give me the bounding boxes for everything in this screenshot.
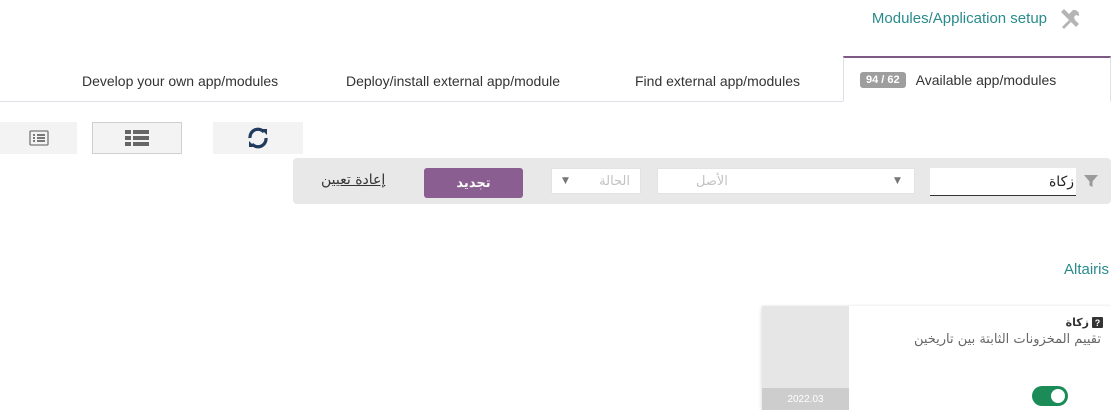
- tab-label: Find external app/modules: [635, 73, 800, 89]
- module-enable-toggle[interactable]: [1032, 386, 1068, 406]
- renew-button[interactable]: تجديد: [424, 168, 523, 198]
- status-placeholder: الحالة: [599, 173, 630, 189]
- tools-icon: [1057, 6, 1083, 32]
- tab-available[interactable]: 94 / 62 Available app/modules: [843, 56, 1111, 102]
- page-title: Modules/Application setup: [871, 10, 1047, 27]
- funnel-icon[interactable]: [1083, 173, 1099, 189]
- module-version: 2022.03: [762, 388, 849, 410]
- refresh-icon: [248, 127, 268, 149]
- module-thumbnail: 2022.03: [762, 306, 849, 410]
- tab-label: Develop your own app/modules: [82, 73, 279, 89]
- chevron-down-icon: ▼: [562, 176, 569, 186]
- tab-develop[interactable]: Develop your own app/modules: [82, 60, 278, 102]
- refresh-button[interactable]: [213, 122, 303, 154]
- list-view-button[interactable]: [0, 122, 77, 154]
- origin-select[interactable]: ▼ الأصل: [657, 168, 915, 194]
- module-count-badge: 94 / 62: [860, 71, 906, 88]
- toggle-knob: [1051, 389, 1065, 403]
- reset-link-part[interactable]: إعادة تعيين: [321, 172, 385, 188]
- tab-label: Deploy/install external app/module: [346, 73, 561, 89]
- status-select[interactable]: ▼ الحالة: [551, 168, 641, 194]
- origin-placeholder: الأصل: [696, 173, 728, 189]
- module-name[interactable]: ? زكاة: [1066, 316, 1103, 329]
- module-name-text: زكاة: [1065, 316, 1089, 329]
- compact-list-button[interactable]: [92, 122, 182, 154]
- tab-deploy[interactable]: Deploy/install external app/module: [346, 60, 560, 102]
- module-card[interactable]: 2022.03 ? زكاة تقييم المخزونات الثابتة ب…: [762, 306, 1111, 410]
- module-description: تقييم المخزونات الثابتة بين تاريخين: [913, 332, 1101, 347]
- section-title: Altairis: [1063, 261, 1109, 278]
- tab-find[interactable]: Find external app/modules: [635, 60, 800, 102]
- tab-label: Available app/modules: [915, 71, 1057, 88]
- compact-list-icon: [125, 130, 149, 146]
- help-icon[interactable]: ?: [1092, 317, 1103, 328]
- list-view-icon: [28, 130, 49, 146]
- chevron-down-icon: ▼: [894, 176, 901, 186]
- search-input[interactable]: [930, 168, 1076, 196]
